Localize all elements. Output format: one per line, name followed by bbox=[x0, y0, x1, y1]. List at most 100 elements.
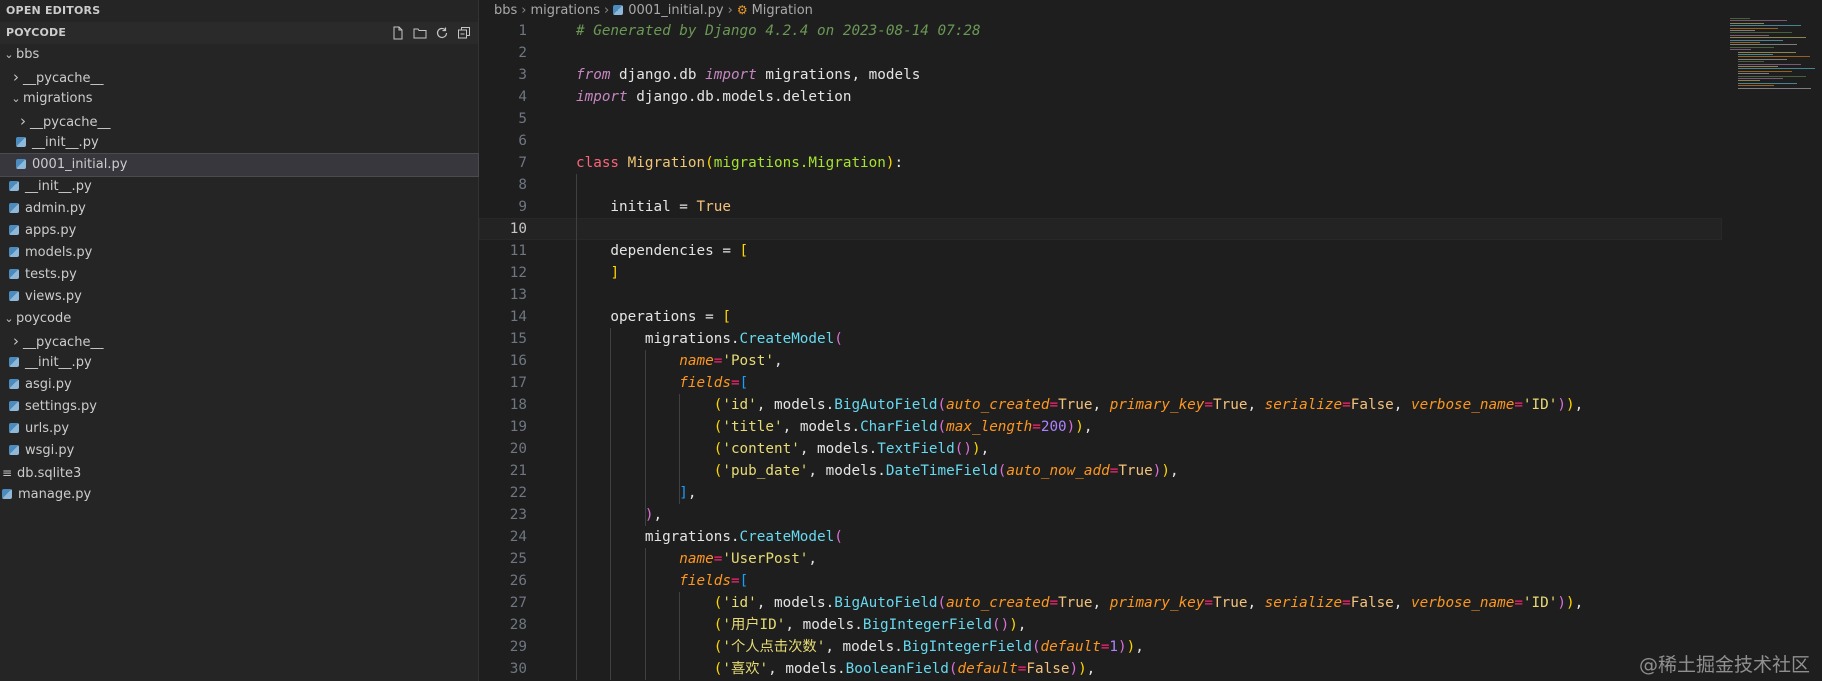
tree-file[interactable]: __init__.py bbox=[0, 176, 478, 198]
code-line[interactable]: 1 # Generated by Django 4.2.4 on 2023-08-… bbox=[479, 20, 1822, 42]
tree-file[interactable]: __init__.py bbox=[0, 132, 478, 154]
code-line[interactable]: 18 ('id', models.BigAutoField(auto_creat… bbox=[479, 394, 1822, 416]
python-file-icon bbox=[9, 225, 19, 235]
code-line[interactable]: 2 bbox=[479, 42, 1822, 64]
code-line[interactable]: 6 bbox=[479, 130, 1822, 152]
code-line[interactable]: 21 ('pub_date', models.DateTimeField(aut… bbox=[479, 460, 1822, 482]
code-area[interactable]: 1 # Generated by Django 4.2.4 on 2023-08-… bbox=[479, 20, 1822, 680]
python-file-icon bbox=[9, 423, 19, 433]
minimap-line bbox=[1730, 32, 1792, 34]
tree-file[interactable]: wsgi.py bbox=[0, 440, 478, 462]
minimap-line bbox=[1738, 61, 1764, 63]
minimap-line bbox=[1738, 78, 1783, 79]
tree-file[interactable]: settings.py bbox=[0, 396, 478, 418]
code-token: 'id' bbox=[722, 595, 757, 611]
tree-file[interactable]: admin.py bbox=[0, 198, 478, 220]
code-line[interactable]: 7 class Migration(migrations.Migration): bbox=[479, 152, 1822, 174]
tree-file[interactable]: urls.py bbox=[0, 418, 478, 440]
python-file-icon bbox=[9, 357, 19, 367]
code-line[interactable]: 17 fields=[ bbox=[479, 372, 1822, 394]
code-token: name bbox=[679, 353, 714, 369]
minimap-line bbox=[1730, 34, 1769, 36]
code-token: migrations, models bbox=[756, 67, 921, 83]
minimap-line bbox=[1730, 42, 1760, 43]
code-token: False bbox=[1350, 397, 1394, 413]
line-number: 14 bbox=[509, 309, 527, 325]
code-line[interactable]: 16 name='Post', bbox=[479, 350, 1822, 372]
code-token: BooleanField bbox=[845, 661, 949, 677]
code-line[interactable]: 9 initial = True bbox=[479, 196, 1822, 218]
breadcrumb-item[interactable]: migrations bbox=[530, 3, 600, 18]
breadcrumb-item[interactable]: bbs bbox=[494, 3, 517, 18]
line-number: 6 bbox=[518, 133, 527, 149]
code-token: [ bbox=[739, 375, 749, 391]
tree-file[interactable]: 0001_initial.py bbox=[0, 153, 479, 177]
tree-file[interactable]: ≡ db.sqlite3 bbox=[0, 462, 478, 484]
code-line[interactable]: 26 fields=[ bbox=[479, 570, 1822, 592]
code-line[interactable]: 4 import django.db.models.deletion bbox=[479, 86, 1822, 108]
code-line[interactable]: 15 migrations.CreateModel( bbox=[479, 328, 1822, 350]
code-editor[interactable]: bbs › migrations › 0001_initial.py › ⚙ Migratio… bbox=[479, 0, 1822, 681]
tree-folder[interactable]: › __pycache__ bbox=[0, 66, 478, 88]
breadcrumb-file[interactable]: 0001_initial.py bbox=[628, 3, 723, 18]
chevron-right-icon: › bbox=[20, 112, 26, 130]
tree-file[interactable]: asgi.py bbox=[0, 374, 478, 396]
tree-file[interactable]: manage.py bbox=[0, 484, 478, 506]
minimap-line bbox=[1730, 39, 1783, 41]
code-line[interactable]: 28 ('用户ID', models.BigIntegerField()), bbox=[479, 614, 1822, 636]
code-token: name bbox=[679, 551, 714, 567]
new-file-icon[interactable] bbox=[390, 25, 406, 41]
code-line[interactable]: 13 bbox=[479, 284, 1822, 306]
collapse-all-icon[interactable] bbox=[456, 25, 472, 41]
python-file-icon bbox=[16, 137, 26, 147]
tree-folder[interactable]: ⌄ poycode bbox=[0, 308, 478, 330]
code-line[interactable]: 27 ('id', models.BigAutoField(auto_creat… bbox=[479, 592, 1822, 614]
code-line[interactable]: 14 operations = [ bbox=[479, 306, 1822, 328]
tree-file[interactable]: models.py bbox=[0, 242, 478, 264]
tree-file[interactable]: tests.py bbox=[0, 264, 478, 286]
python-file-icon bbox=[9, 269, 19, 279]
code-line[interactable]: 12 ] bbox=[479, 262, 1822, 284]
code-token: , bbox=[1247, 595, 1265, 611]
refresh-icon[interactable] bbox=[434, 25, 450, 41]
code-token: ] bbox=[610, 265, 620, 281]
code-line[interactable]: 3 from django.db import migrations, model… bbox=[479, 64, 1822, 86]
tree-folder[interactable]: › __pycache__ bbox=[0, 330, 478, 352]
code-line[interactable]: 10 bbox=[479, 218, 1722, 240]
code-token: True bbox=[1058, 595, 1093, 611]
tree-folder[interactable]: › __pycache__ bbox=[0, 110, 478, 132]
indent-guide bbox=[644, 548, 646, 680]
tree-file[interactable]: apps.py bbox=[0, 220, 478, 242]
minimap[interactable] bbox=[1728, 18, 1816, 98]
code-line[interactable]: 29 ('个人点击次数', models.BigIntegerField(def… bbox=[479, 636, 1822, 658]
project-header[interactable]: POYCODE bbox=[0, 22, 478, 44]
code-line[interactable]: 20 ('content', models.TextField()), bbox=[479, 438, 1822, 460]
code-line[interactable]: 19 ('title', models.CharField(max_length… bbox=[479, 416, 1822, 438]
tree-folder[interactable]: ⌄ bbs bbox=[0, 44, 478, 66]
code-line[interactable]: 30 ('喜欢', models.BooleanField(default=Fa… bbox=[479, 658, 1822, 680]
open-editors-header[interactable]: OPEN EDITORS bbox=[0, 0, 478, 22]
code-token: , models. bbox=[785, 617, 863, 633]
code-line[interactable]: 8 bbox=[479, 174, 1822, 196]
code-line[interactable]: 5 bbox=[479, 108, 1822, 130]
code-line[interactable]: 25 name='UserPost', bbox=[479, 548, 1822, 570]
code-line[interactable]: 24 migrations.CreateModel( bbox=[479, 526, 1822, 548]
code-token: () bbox=[991, 617, 1010, 633]
tree-file[interactable]: __init__.py bbox=[0, 352, 478, 374]
code-token: 'content' bbox=[722, 441, 800, 457]
tree-folder[interactable]: ⌄ migrations bbox=[0, 88, 478, 110]
code-token: ( bbox=[834, 331, 843, 347]
code-line[interactable]: 23 ), bbox=[479, 504, 1822, 526]
line-number: 20 bbox=[509, 441, 527, 457]
code-token: True bbox=[1118, 463, 1153, 479]
breadcrumb-symbol[interactable]: Migration bbox=[752, 3, 813, 18]
code-token: True bbox=[1213, 595, 1248, 611]
tree-file[interactable]: views.py bbox=[0, 286, 478, 308]
code-line[interactable]: 11 dependencies = [ bbox=[479, 240, 1822, 262]
new-folder-icon[interactable] bbox=[412, 25, 428, 41]
code-token: ) bbox=[1075, 419, 1084, 435]
tree-item-label: db.sqlite3 bbox=[17, 466, 82, 481]
minimap-line bbox=[1730, 22, 1764, 24]
code-line[interactable]: 22 ], bbox=[479, 482, 1822, 504]
